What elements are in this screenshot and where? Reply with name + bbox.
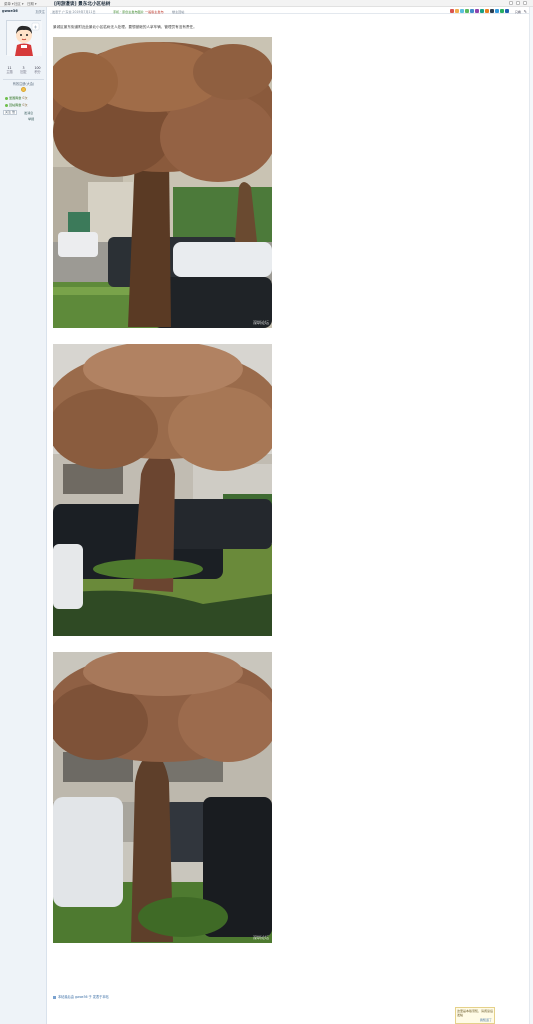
post-main: [闲游漫谈] 景东北小区枯树 发表于 广东省 2019年7月11日 手机 · 原… — [48, 2, 533, 1024]
attachment-icon — [53, 995, 56, 999]
top-menu-2[interactable]: 社区 ▾ — [14, 1, 24, 6]
star-icon — [21, 87, 26, 92]
top-menu-1[interactable]: 菜单 ▾ — [4, 1, 14, 6]
share-fav-icon[interactable] — [500, 9, 504, 13]
medal-1[interactable]: 爱国胸章 0次 — [5, 95, 45, 100]
author-stats: 11 主题 3 回复 100 积分 — [3, 66, 44, 78]
avatar[interactable] — [6, 20, 42, 56]
post-footer-note[interactable]: 本帖最后由 gwoe36 于 发表于本帖 — [53, 994, 109, 999]
follow-button[interactable]: 关注 他 — [3, 110, 17, 115]
stat-topics[interactable]: 11 主题 — [3, 66, 16, 78]
share-wechat-icon[interactable] — [465, 9, 469, 13]
tree-photo-3 — [53, 652, 272, 943]
photo-watermark-1: 深圳论坛 — [253, 320, 269, 325]
medal-1-name: 爱国胸章 — [9, 96, 22, 100]
post-title: [闲游漫谈] 景东北小区枯树 — [54, 2, 111, 7]
avatar-icon — [7, 21, 42, 56]
post-time: 发表于 广东省 2019年7月11日 — [52, 10, 96, 14]
notice-dismiss-link[interactable]: 我知道了 — [480, 1018, 492, 1022]
medal-1-count: 0次 — [22, 96, 28, 100]
tag-moderator[interactable]: 一般版主发布 — [145, 9, 164, 14]
post-photo-2[interactable] — [53, 344, 272, 636]
report-link[interactable]: 举报 — [28, 116, 34, 121]
follow-link[interactable]: 加关注 — [35, 9, 45, 14]
share-print-icon[interactable] — [490, 9, 494, 13]
post-body-text: 景城区景东街道附近此景北小区枯树无人处理。要想被砸的人拿车辆，管理员有没有责任。 — [53, 25, 197, 29]
photo-watermark-3: 深圳论坛 — [253, 935, 269, 940]
share-douban-icon[interactable] — [470, 9, 474, 13]
user-rank: 有效注册(大会) — [12, 82, 35, 86]
pen-icon[interactable]: ✎ — [524, 9, 527, 14]
medal-2[interactable]: 回帖胸章 0次 — [5, 102, 45, 107]
post-photo-3[interactable]: 深圳论坛 — [53, 652, 272, 943]
stat-points[interactable]: 100 积分 — [31, 66, 44, 78]
share-renren-icon[interactable] — [475, 9, 479, 13]
medal-icon — [5, 103, 8, 107]
only-author-link[interactable]: 只看 — [515, 9, 521, 14]
message-link[interactable]: 发消息 — [24, 110, 33, 115]
refresh-icon[interactable] — [516, 1, 520, 5]
minimize-icon[interactable] — [509, 1, 513, 5]
notice-text: 这里是本版须知，请阅读后发帖 — [457, 1009, 494, 1017]
medal-icon — [5, 96, 8, 100]
medal-2-name: 回帖胸章 — [9, 103, 22, 107]
author-panel: gwoe36 加关注 11 主题 3 回复 100 积分 有效注册(大会) 爱国… — [0, 7, 47, 1024]
footer-note-text: 本帖最后由 gwoe36 于 发表于本帖 — [58, 995, 109, 999]
post-meta: 发表于 广东省 2019年7月11日 手机 · 原创主发布图片 一般版主发布 楼… — [50, 9, 530, 14]
share-tieba-icon[interactable] — [480, 9, 484, 13]
share-link-icon[interactable] — [495, 9, 499, 13]
tag-reply[interactable]: 楼主回帖 — [172, 9, 184, 14]
close-icon[interactable] — [523, 1, 527, 5]
medal-2-count: 0次 — [22, 103, 28, 107]
scrollbar[interactable] — [529, 7, 533, 1024]
tag-original[interactable]: 手机 · 原创主发布图片 — [113, 9, 144, 14]
author-name[interactable]: gwoe36 — [2, 9, 18, 13]
font-size-icon[interactable] — [505, 9, 509, 13]
post-photo-1[interactable]: 深圳论坛 — [53, 37, 272, 328]
author-row: gwoe36 加关注 — [1, 9, 46, 15]
stats-divider — [3, 79, 44, 80]
tree-photo-1 — [53, 37, 272, 328]
notice-popup: 这里是本版须知，请阅读后发帖 我知道了 — [455, 1007, 495, 1024]
share-weibo-icon[interactable] — [450, 9, 454, 13]
share-qzone-icon[interactable] — [455, 9, 459, 13]
share-email-icon[interactable] — [485, 9, 489, 13]
tree-photo-2 — [53, 344, 272, 636]
top-menu-3[interactable]: 日期 ▾ — [27, 1, 37, 6]
share-qq-icon[interactable] — [460, 9, 464, 13]
stat-replies[interactable]: 3 回复 — [17, 66, 30, 78]
